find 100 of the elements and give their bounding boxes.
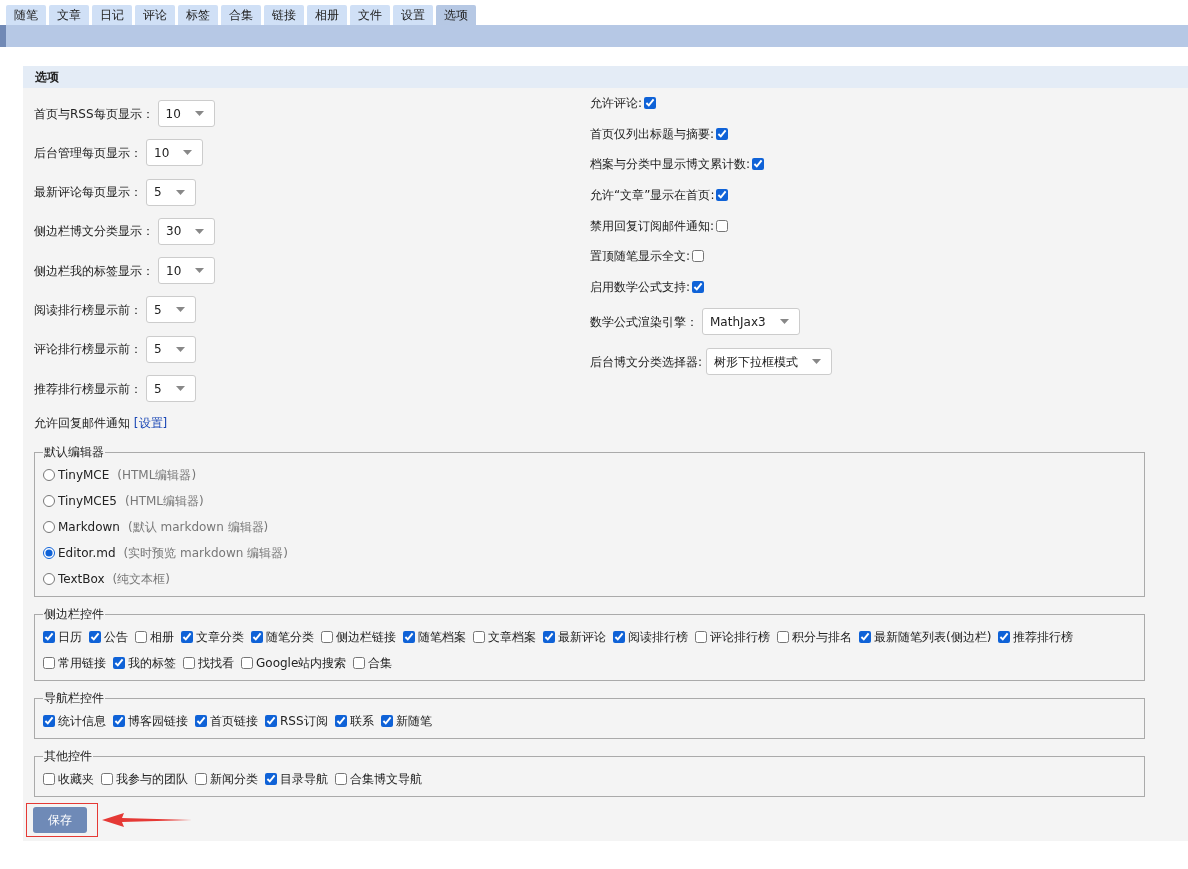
checkbox-label: 最新随笔列表(侧边栏)	[874, 629, 992, 647]
checkbox-label: 随笔分类	[266, 629, 314, 647]
setting-label: 侧边栏我的标签显示：	[34, 262, 154, 280]
checkbox[interactable]	[403, 631, 415, 644]
tab[interactable]: 设置	[393, 5, 433, 25]
select-field[interactable]: 30	[158, 217, 216, 245]
checkbox[interactable]	[716, 189, 729, 202]
setting-label: 后台博文分类选择器:	[590, 353, 703, 371]
tab[interactable]: 日记	[92, 5, 132, 25]
group-legend: 默认编辑器	[43, 446, 105, 459]
checkbox-label: 收藏夹	[58, 771, 94, 789]
save-button[interactable]: 保存	[33, 807, 87, 834]
tab[interactable]: 随笔	[6, 5, 46, 25]
radio-button[interactable]	[43, 547, 55, 560]
checkbox[interactable]	[181, 631, 193, 644]
setting-label: 阅读排行榜显示前：	[34, 302, 142, 319]
checkbox-label: 常用链接	[58, 655, 106, 673]
checkbox[interactable]	[241, 657, 253, 670]
checkbox[interactable]	[43, 715, 55, 728]
checkbox-label: 文章分类	[196, 629, 244, 647]
checkbox[interactable]	[716, 219, 729, 232]
select-field[interactable]: 5	[146, 296, 196, 324]
checkbox[interactable]	[321, 631, 333, 644]
checkbox[interactable]	[43, 773, 55, 786]
checkbox[interactable]	[777, 631, 789, 644]
caret-icon	[194, 111, 204, 116]
setting-label: 首页仅列出标题与摘要:	[590, 125, 715, 143]
checkbox[interactable]	[335, 773, 347, 786]
tab[interactable]: 文章	[49, 5, 89, 25]
tab[interactable]: 链接	[264, 5, 304, 25]
tab[interactable]: 相册	[307, 5, 347, 25]
checkbox[interactable]	[113, 657, 125, 670]
checkbox[interactable]	[334, 715, 347, 728]
checkbox-label: RSS订阅	[280, 713, 328, 731]
checkbox[interactable]	[380, 715, 393, 728]
select-field[interactable]: 5	[146, 375, 196, 403]
checkbox[interactable]	[101, 773, 113, 786]
checkbox[interactable]	[135, 631, 147, 644]
checkbox-label: 找找看	[198, 655, 234, 673]
checkbox-label: 我的标签	[128, 655, 176, 673]
editor-name: Editor.md	[58, 545, 116, 563]
select-field[interactable]: MathJax3	[702, 308, 800, 336]
radio-button[interactable]	[43, 495, 55, 508]
checkbox[interactable]	[692, 250, 705, 263]
checkbox-label: 随笔档案	[418, 629, 466, 647]
tab[interactable]: 标签	[178, 5, 218, 25]
checkbox[interactable]	[265, 773, 277, 786]
caret-icon	[183, 150, 193, 156]
checkbox[interactable]	[692, 280, 705, 293]
checkbox[interactable]	[113, 715, 125, 728]
tab[interactable]: 合集	[221, 5, 261, 25]
checkbox[interactable]	[89, 631, 101, 644]
checkbox-label: 日历	[58, 629, 82, 647]
caret-icon	[812, 359, 822, 365]
setting-label: 允许评论:	[590, 95, 643, 113]
checkbox[interactable]	[43, 631, 55, 644]
setting-label: 侧边栏博文分类显示：	[34, 223, 154, 241]
checkbox[interactable]	[613, 631, 625, 644]
checkbox-label: 阅读排行榜	[628, 629, 688, 647]
checkbox[interactable]	[998, 631, 1011, 644]
select-field[interactable]: 10	[157, 100, 215, 127]
radio-button[interactable]	[43, 469, 55, 482]
setting-label: 首页与RSS每页显示：	[34, 105, 154, 123]
checkbox[interactable]	[695, 631, 707, 644]
checkbox[interactable]	[353, 657, 366, 670]
tab[interactable]: 文件	[350, 5, 390, 25]
setting-label: 允许“文章”显示在首页:	[590, 187, 715, 205]
select-field[interactable]: 树形下拉框模式	[706, 348, 833, 376]
checkbox[interactable]	[644, 97, 657, 110]
checkbox[interactable]	[265, 715, 277, 728]
checkbox-label: Google站内搜索	[256, 655, 347, 673]
select-field[interactable]: 10	[146, 139, 204, 167]
checkbox-label: 评论排行榜	[710, 629, 770, 647]
settings-link[interactable]: [设置]	[133, 416, 168, 431]
select-field[interactable]: 5	[146, 178, 196, 206]
setting-label: 数学公式渲染引擎：	[590, 313, 698, 331]
editor-name: Markdown	[58, 519, 120, 537]
checkbox-label: 首页链接	[210, 713, 258, 731]
checkbox-label: 最新评论	[558, 629, 606, 647]
select-field[interactable]: 5	[146, 335, 196, 363]
tab[interactable]: 选项	[436, 5, 476, 25]
caret-icon	[175, 346, 185, 352]
checkbox[interactable]	[195, 773, 207, 786]
checkbox[interactable]	[43, 657, 55, 670]
radio-button[interactable]	[43, 573, 55, 586]
checkbox[interactable]	[752, 158, 765, 171]
tab[interactable]: 评论	[135, 5, 175, 25]
checkbox[interactable]	[543, 631, 555, 644]
editor-name: TextBox	[58, 571, 105, 589]
checkbox[interactable]	[473, 631, 485, 644]
select-field[interactable]: 10	[158, 257, 216, 285]
checkbox[interactable]	[195, 715, 207, 728]
editor-name: TinyMCE5	[58, 493, 117, 511]
checkbox[interactable]	[716, 127, 729, 140]
caret-icon	[175, 307, 185, 313]
checkbox[interactable]	[859, 631, 871, 644]
checkbox-label: 推荐排行榜	[1013, 629, 1074, 647]
checkbox[interactable]	[183, 657, 195, 670]
radio-button[interactable]	[43, 521, 55, 534]
checkbox[interactable]	[251, 631, 263, 644]
